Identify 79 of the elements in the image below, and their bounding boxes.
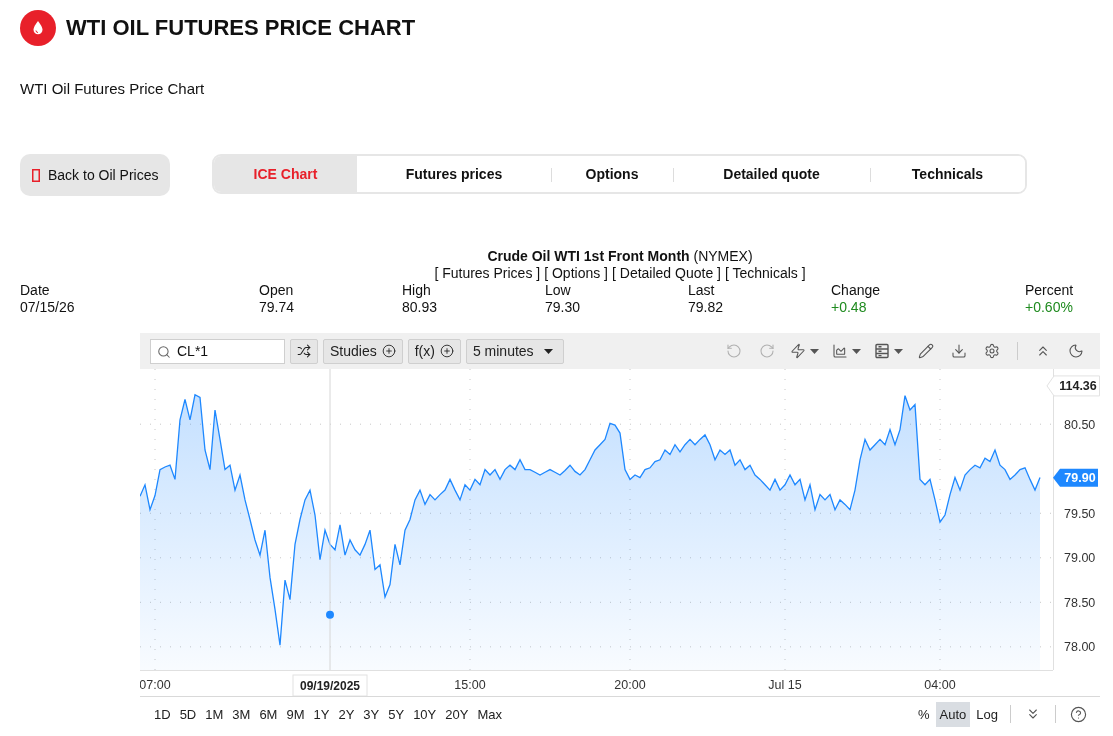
y-axis-label: 78.50	[1064, 595, 1096, 610]
range-button[interactable]: 5D	[175, 702, 201, 726]
scale-button[interactable]: Log	[972, 701, 1002, 727]
range-button[interactable]: Max	[473, 702, 506, 726]
range-button[interactable]: 5Y	[384, 702, 409, 726]
page-title: WTI OIL FUTURES PRICE CHART	[66, 14, 416, 41]
download-icon	[951, 343, 967, 359]
stat-label: Last	[688, 282, 715, 299]
stat-label: Percent	[1025, 282, 1074, 299]
stat-label: Low	[545, 282, 571, 299]
moon-icon	[1068, 343, 1084, 359]
cursor-dot-icon	[326, 610, 334, 619]
stat-value: 07/15/26	[20, 299, 75, 316]
lightning-icon	[790, 343, 806, 359]
scale-button[interactable]: %	[914, 701, 934, 727]
range-button[interactable]: 10Y	[409, 702, 441, 726]
quote-link[interactable]: [ Options ]	[544, 265, 608, 282]
scale-button[interactable]: Auto	[935, 701, 971, 727]
stat-label: Date	[20, 282, 50, 299]
range-button[interactable]: 1M	[201, 702, 228, 726]
quote-link[interactable]: [ Technicals ]	[724, 265, 806, 282]
quote-link[interactable]: [ Futures Prices ]	[434, 265, 541, 282]
stat-value: 79.82	[688, 299, 724, 316]
caret-icon	[810, 348, 819, 354]
y-axis-label: 79.50	[1064, 506, 1096, 521]
pencil-icon	[918, 343, 934, 359]
caret-icon	[852, 348, 861, 354]
search-icon	[157, 344, 171, 359]
x-axis-label: 04:00	[924, 678, 956, 692]
tab[interactable]: ICE Chart	[214, 156, 357, 192]
help-icon	[1069, 705, 1087, 723]
range-button[interactable]: 3Y	[359, 702, 384, 726]
shuffle-icon	[297, 344, 311, 358]
add-tool-button[interactable]: f(x)	[407, 338, 461, 364]
y-axis-label: 78.00	[1064, 640, 1096, 655]
plus-circle-icon	[439, 344, 454, 358]
stat-value: 79.74	[259, 299, 295, 316]
stat-value: 80.93	[402, 299, 438, 316]
area-chart-icon	[832, 343, 848, 359]
interval-dropdown[interactable]: 5 minutes	[465, 338, 564, 364]
oil-drop-icon	[20, 9, 56, 46]
redo-icon	[759, 343, 775, 359]
range-button[interactable]: 1Y	[309, 702, 334, 726]
tab[interactable]: Technicals	[870, 156, 1025, 192]
range-button[interactable]: 3M	[228, 702, 255, 726]
caret-icon	[543, 348, 553, 354]
page-subtitle: WTI Oil Futures Price Chart	[20, 80, 205, 98]
last-price-tag: 79.90	[1053, 468, 1098, 487]
symbol-search-field[interactable]: CL*1	[150, 338, 285, 364]
y-axis-label: 80.50	[1064, 417, 1096, 432]
back-button[interactable]: Back to Oil Prices	[20, 154, 170, 196]
x-axis-label: 15:00	[454, 678, 486, 692]
x-axis-label: Jul 15	[768, 678, 802, 692]
plus-circle-icon	[381, 344, 396, 358]
stat-value: 79.30	[545, 299, 581, 316]
y-axis-label: 79.00	[1064, 551, 1096, 566]
range-button[interactable]: 6M	[255, 702, 282, 726]
settings-icon	[984, 343, 1000, 359]
caret-icon	[894, 348, 903, 354]
x-axis-label: 07:00	[140, 678, 171, 692]
quote-link[interactable]: [ Detailed Quote ]	[612, 265, 721, 282]
range-button[interactable]: 9M	[282, 702, 309, 726]
panel-list-icon	[874, 343, 890, 359]
crosshair-date-tag: 09/19/2025	[292, 674, 368, 696]
stat-value: +0.60%	[1025, 299, 1073, 316]
range-button[interactable]: 20Y	[441, 702, 473, 726]
stat-label: Open	[259, 282, 294, 299]
range-button[interactable]: 1D	[150, 702, 175, 726]
stat-label: Change	[831, 282, 881, 299]
range-button[interactable]: 2Y	[334, 702, 359, 726]
stat-label: High	[402, 282, 431, 299]
rectangle-icon	[32, 168, 40, 182]
undo-icon	[726, 343, 742, 359]
add-tool-button[interactable]: Studies	[323, 338, 403, 364]
x-axis-label: 20:00	[614, 678, 646, 692]
quote-title: Crude Oil WTI 1st Front Month (NYMEX)	[487, 248, 753, 265]
axis-value-tag: 114.36	[1046, 375, 1100, 397]
stat-value: +0.48	[831, 299, 867, 316]
shuffle-button[interactable]	[290, 338, 318, 364]
